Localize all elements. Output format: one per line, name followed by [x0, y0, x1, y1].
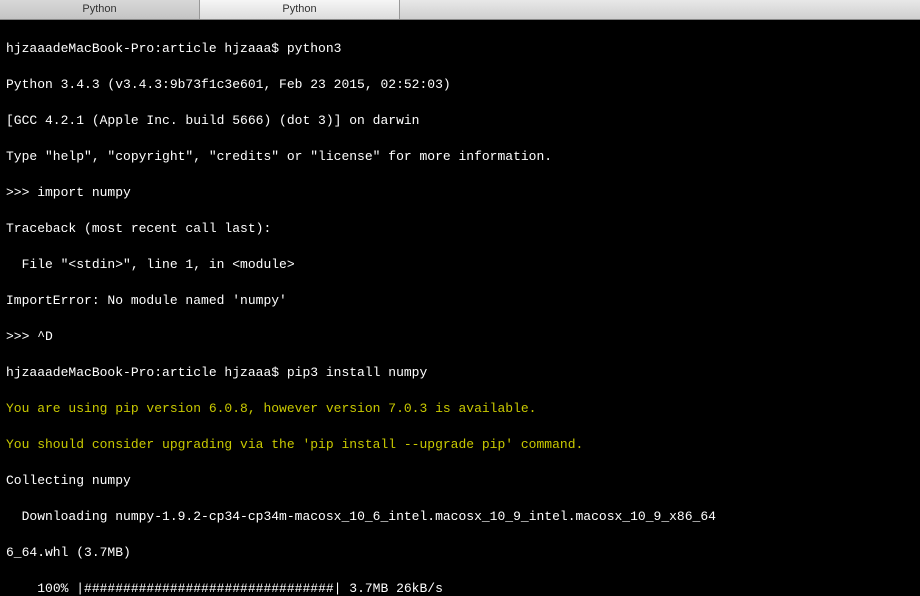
term-line: >>> import numpy [6, 184, 914, 202]
term-line: Python 3.4.3 (v3.4.3:9b73f1c3e601, Feb 2… [6, 76, 914, 94]
term-line-warning: You should consider upgrading via the 'p… [6, 436, 914, 454]
term-line: hjzaaadeMacBook-Pro:article hjzaaa$ pyth… [6, 40, 914, 58]
term-line: File "<stdin>", line 1, in <module> [6, 256, 914, 274]
term-line: Traceback (most recent call last): [6, 220, 914, 238]
term-line-warning: You are using pip version 6.0.8, however… [6, 400, 914, 418]
term-line: Type "help", "copyright", "credits" or "… [6, 148, 914, 166]
tab-python-1[interactable]: Python [0, 0, 200, 19]
term-line: 6_64.whl (3.7MB) [6, 544, 914, 562]
term-line: hjzaaadeMacBook-Pro:article hjzaaa$ pip3… [6, 364, 914, 382]
tab-bar: Python Python [0, 0, 920, 20]
term-line: [GCC 4.2.1 (Apple Inc. build 5666) (dot … [6, 112, 914, 130]
tab-python-2[interactable]: Python [200, 0, 400, 19]
term-line: Downloading numpy-1.9.2-cp34-cp34m-macos… [6, 508, 914, 526]
terminal-output[interactable]: hjzaaadeMacBook-Pro:article hjzaaa$ pyth… [0, 20, 920, 596]
term-line: 100% |################################| … [6, 580, 914, 596]
term-line: >>> ^D [6, 328, 914, 346]
term-line: ImportError: No module named 'numpy' [6, 292, 914, 310]
term-line: Collecting numpy [6, 472, 914, 490]
